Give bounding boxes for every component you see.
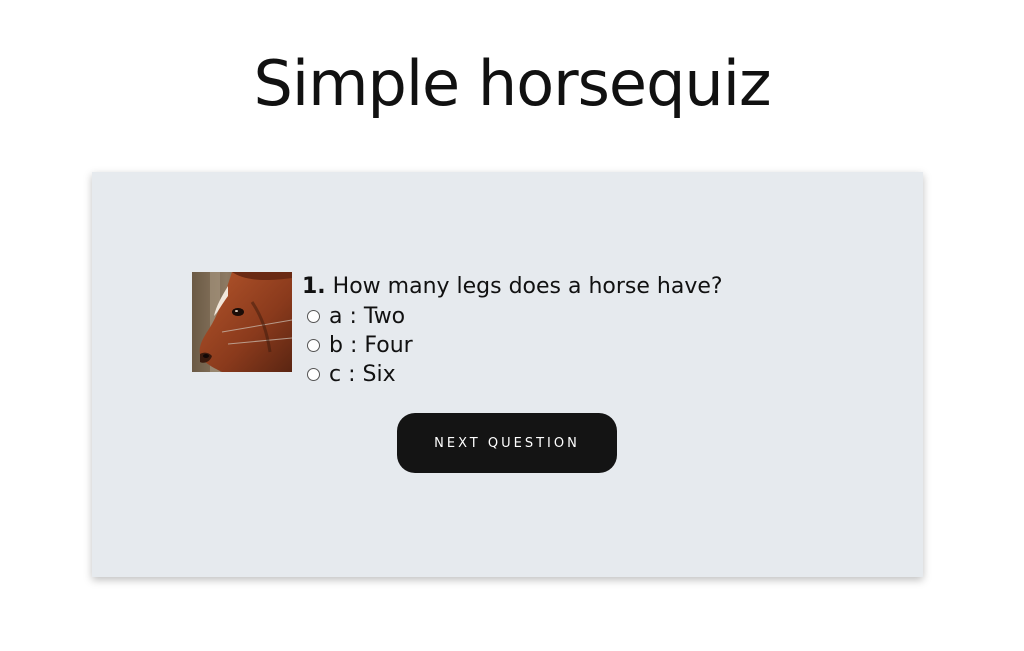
answer-letter: c [329, 362, 342, 387]
question-text: 1. How many legs does a horse have? [302, 272, 822, 302]
answer-text: Two [363, 304, 406, 329]
radio-button-b[interactable] [307, 339, 320, 352]
horse-image [192, 272, 292, 372]
answer-option-b[interactable]: b : Four [302, 331, 822, 360]
answer-list: a : Two b : Four c : Six [302, 302, 822, 389]
answer-text: Four [364, 333, 413, 358]
answer-separator: : [341, 362, 363, 387]
next-question-button[interactable]: Next Question [397, 413, 617, 473]
answer-letter: a [329, 304, 343, 329]
radio-button-c[interactable] [307, 368, 320, 381]
question-block: 1. How many legs does a horse have? a : … [302, 272, 822, 389]
answer-letter: b [329, 333, 343, 358]
question-number: 1. [302, 274, 326, 299]
question-label: How many legs does a horse have? [332, 274, 723, 299]
quiz-card: 1. How many legs does a horse have? a : … [92, 172, 923, 577]
answer-separator: : [342, 304, 364, 329]
answer-text: Six [362, 362, 396, 387]
answer-option-a[interactable]: a : Two [302, 302, 822, 331]
page-title: Simple horsequiz [253, 47, 772, 120]
answer-option-c[interactable]: c : Six [302, 360, 822, 389]
radio-button-a[interactable] [307, 310, 320, 323]
answer-separator: : [342, 333, 365, 358]
